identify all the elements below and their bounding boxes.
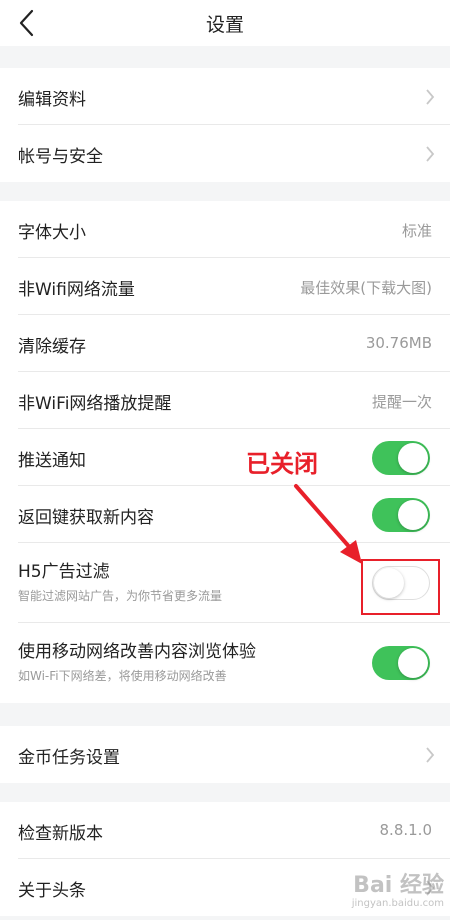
non-wifi-traffic-value: 最佳效果(下载大图) <box>300 279 432 297</box>
back-key-refresh-label: 返回键获取新内容 <box>18 508 154 528</box>
chevron-right-icon <box>426 146 435 162</box>
font-size-row[interactable]: 字体大小 标准 <box>0 201 450 258</box>
settings-screen: 设置 编辑资料 帐号与安全 字体大小 标准 非Wifi网络流量 最佳效果(下载大… <box>0 0 450 920</box>
account-security-label: 帐号与安全 <box>18 147 103 167</box>
mobile-network-improve-description: 如Wi-Fi下网络差，将使用移动网络改善 <box>18 669 227 683</box>
edit-profile-label: 编辑资料 <box>18 90 86 110</box>
page-title: 设置 <box>205 14 244 36</box>
general-group: 字体大小 标准 非Wifi网络流量 最佳效果(下载大图) 清除缓存 30.76M… <box>0 201 450 703</box>
check-update-row[interactable]: 检查新版本 8.8.1.0 <box>0 802 450 859</box>
annotation-arrow-icon <box>294 484 362 564</box>
watermark-domain: jingyan.baidu.com <box>351 898 444 909</box>
tasks-group: 金币任务设置 <box>0 726 450 783</box>
h5-ad-filter-label: H5广告过滤 <box>18 562 110 582</box>
coin-task-settings-row[interactable]: 金币任务设置 <box>0 726 450 783</box>
annotation-label: 已关闭 <box>246 450 318 478</box>
toggle-knob <box>398 443 428 473</box>
watermark: Bai 经验 jingyan.baidu.com <box>324 874 444 914</box>
h5-ad-filter-description: 智能过滤网站广告，为你节省更多流量 <box>18 589 223 603</box>
watermark-brand: Bai 经验 <box>353 873 444 898</box>
account-security-row[interactable]: 帐号与安全 <box>0 125 450 182</box>
push-notification-label: 推送通知 <box>18 451 86 471</box>
profile-group: 编辑资料 帐号与安全 <box>0 68 450 182</box>
chevron-right-icon <box>426 89 435 105</box>
coin-task-settings-label: 金币任务设置 <box>18 748 120 768</box>
non-wifi-play-reminder-value: 提醒一次 <box>371 393 432 411</box>
toggle-knob <box>398 500 428 530</box>
font-size-label: 字体大小 <box>18 223 86 243</box>
chevron-right-icon <box>426 747 435 763</box>
about-toutiao-label: 关于头条 <box>18 881 86 901</box>
non-wifi-play-reminder-row[interactable]: 非WiFi网络播放提醒 提醒一次 <box>0 372 450 429</box>
clear-cache-value: 30.76MB <box>365 334 432 352</box>
annotation-highlight-box <box>361 559 440 615</box>
clear-cache-label: 清除缓存 <box>18 337 86 357</box>
toggle-knob <box>398 648 428 678</box>
back-key-refresh-toggle[interactable] <box>372 498 430 532</box>
non-wifi-traffic-label: 非Wifi网络流量 <box>18 280 135 300</box>
back-key-refresh-row: 返回键获取新内容 <box>0 486 450 543</box>
non-wifi-play-reminder-label: 非WiFi网络播放提醒 <box>18 394 172 414</box>
mobile-network-improve-row: 使用移动网络改善内容浏览体验 如Wi-Fi下网络差，将使用移动网络改善 <box>0 623 450 703</box>
non-wifi-traffic-row[interactable]: 非Wifi网络流量 最佳效果(下载大图) <box>0 258 450 315</box>
top-bar: 设置 <box>0 0 450 46</box>
check-update-value: 8.8.1.0 <box>379 821 432 839</box>
push-notification-row: 推送通知 <box>0 429 450 486</box>
push-notification-toggle[interactable] <box>372 441 430 475</box>
check-update-label: 检查新版本 <box>18 824 103 844</box>
edit-profile-row[interactable]: 编辑资料 <box>0 68 450 125</box>
mobile-network-improve-toggle[interactable] <box>372 646 430 680</box>
mobile-network-improve-label: 使用移动网络改善内容浏览体验 <box>18 642 256 662</box>
font-size-value: 标准 <box>401 222 432 240</box>
clear-cache-row[interactable]: 清除缓存 30.76MB <box>0 315 450 372</box>
